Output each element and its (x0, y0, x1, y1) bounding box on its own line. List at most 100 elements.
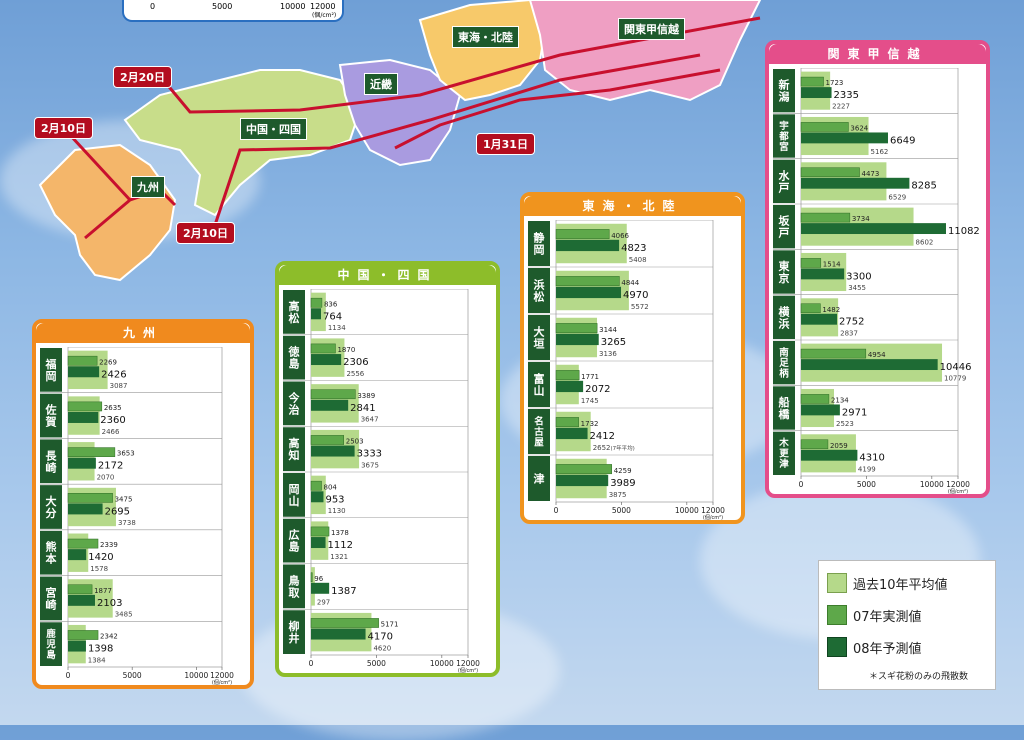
x-tick-label: 5000 (367, 659, 386, 668)
bar-08 (68, 640, 86, 652)
category-label: 鳥 (289, 573, 300, 587)
value-label-avg: 2227 (832, 103, 850, 111)
category-label: 戸 (779, 181, 790, 194)
category-label: 宮 (779, 141, 789, 153)
bar-08 (311, 537, 326, 549)
value-label-08: 2426 (101, 369, 126, 380)
bar-07 (310, 297, 323, 308)
category-label: 木 (778, 437, 789, 449)
value-label-08: 6649 (890, 135, 915, 146)
value-label-avg: 2652(7年平均) (593, 444, 635, 452)
category-label: 浜 (779, 316, 790, 330)
value-label-07: 3144 (599, 326, 617, 334)
value-label-07: 2635 (104, 404, 122, 412)
value-label-08: 10446 (940, 362, 972, 373)
value-label-08: 3989 (610, 478, 635, 489)
x-tick-label: 5000 (612, 506, 631, 515)
legend-label: 08年予測値 (853, 642, 922, 657)
category-label: 岡 (534, 244, 545, 257)
value-label-08: 2103 (97, 598, 122, 609)
value-label-avg: 1384 (88, 656, 106, 664)
bar-07 (800, 167, 860, 178)
bar-07 (800, 258, 822, 268)
x-tick-label: 10000 (184, 671, 208, 680)
category-label: 福 (45, 357, 57, 371)
date-label: 2月10日 (34, 117, 93, 139)
value-label-07: 96 (314, 575, 323, 583)
category-label: 松 (534, 290, 545, 304)
bar-07 (67, 493, 113, 503)
x-tick-label: 12000 (701, 506, 725, 515)
bar-08 (311, 491, 324, 503)
panel-title: 中国・四国 (279, 265, 496, 285)
bar-07 (67, 538, 99, 549)
x-tick-label: 0 (309, 659, 314, 668)
value-label-avg: 1745 (581, 397, 599, 405)
bar-08 (801, 404, 840, 416)
x-unit-label: (個/cm²) (458, 667, 478, 674)
category-label: 本 (46, 552, 57, 566)
value-label-08: 2412 (590, 431, 615, 442)
bar-chart: 新潟 1723 2335 2227 宇都宮 3624 66495162 水戸 4473 8285 6… (773, 68, 980, 495)
value-label-08: 2360 (100, 415, 125, 426)
bar-07 (555, 323, 598, 334)
category-label: 大 (534, 325, 545, 339)
category-label: 柳 (289, 619, 300, 633)
bar-08 (68, 549, 87, 561)
x-tick-label: 0 (799, 480, 804, 489)
bar-08 (68, 412, 99, 423)
value-label-08: 1387 (331, 586, 356, 597)
category-label: 分 (46, 506, 57, 520)
bar-08 (68, 366, 100, 378)
value-label-08: 2695 (105, 506, 130, 517)
bar-07 (310, 618, 379, 628)
bar-07 (310, 389, 356, 400)
category-label: 更 (779, 449, 789, 460)
x-tick-label: 0 (66, 671, 71, 680)
bar-07 (800, 212, 851, 223)
value-label-08: 2335 (834, 90, 859, 101)
chugoku-shikoku-panel: 中国・四国 高松 836 764 1134 徳島 1870 2306 2556 今治 3389 28… (275, 261, 500, 677)
value-label-08: 2172 (98, 461, 123, 472)
x-tick-label: 12000 (456, 659, 480, 668)
category-label: 今 (288, 390, 301, 404)
region-label-tokai: 東海・北陸 (452, 26, 519, 48)
bar-07 (310, 343, 336, 354)
value-label-avg: 297 (317, 599, 330, 607)
category-label: 名 (534, 415, 544, 427)
category-label: 崎 (46, 460, 57, 474)
value-label-07: 1723 (826, 79, 844, 87)
region-label-kinki: 近畿 (364, 73, 398, 95)
bar-08 (801, 223, 946, 235)
category-label: 島 (46, 649, 56, 661)
bar-08 (556, 333, 599, 346)
x-tick-label: 5000 (123, 671, 142, 680)
bar-08 (311, 399, 349, 411)
category-label: 足 (779, 358, 789, 369)
bar-07 (555, 276, 620, 287)
value-label-08: 953 (325, 494, 344, 505)
value-label-avg: 3875 (609, 491, 627, 499)
value-label-avg: 2070 (97, 473, 115, 481)
value-label-08: 1112 (328, 540, 353, 551)
bar-08 (801, 268, 845, 280)
value-label-08: 8285 (911, 181, 936, 192)
value-label-avg: 2523 (836, 420, 854, 428)
value-label-08: 11082 (948, 226, 980, 237)
bar-07 (67, 584, 93, 595)
category-label: 賀 (45, 415, 57, 429)
value-label-avg: 3136 (599, 350, 617, 358)
category-label: 水 (779, 168, 791, 182)
value-label-avg: 4199 (858, 465, 876, 473)
x-unit-label: (個/cm²) (212, 679, 232, 686)
bar-08 (68, 457, 96, 469)
value-label-07: 4954 (868, 351, 886, 359)
category-label: 戸 (779, 227, 790, 240)
value-label-avg: 3675 (361, 461, 379, 469)
value-label-07: 1514 (823, 260, 841, 268)
value-label-07: 1732 (581, 420, 599, 428)
category-label: 岡 (46, 370, 57, 383)
category-label: 坂 (779, 214, 791, 228)
bar-08 (801, 132, 888, 144)
bar-08 (311, 582, 330, 594)
